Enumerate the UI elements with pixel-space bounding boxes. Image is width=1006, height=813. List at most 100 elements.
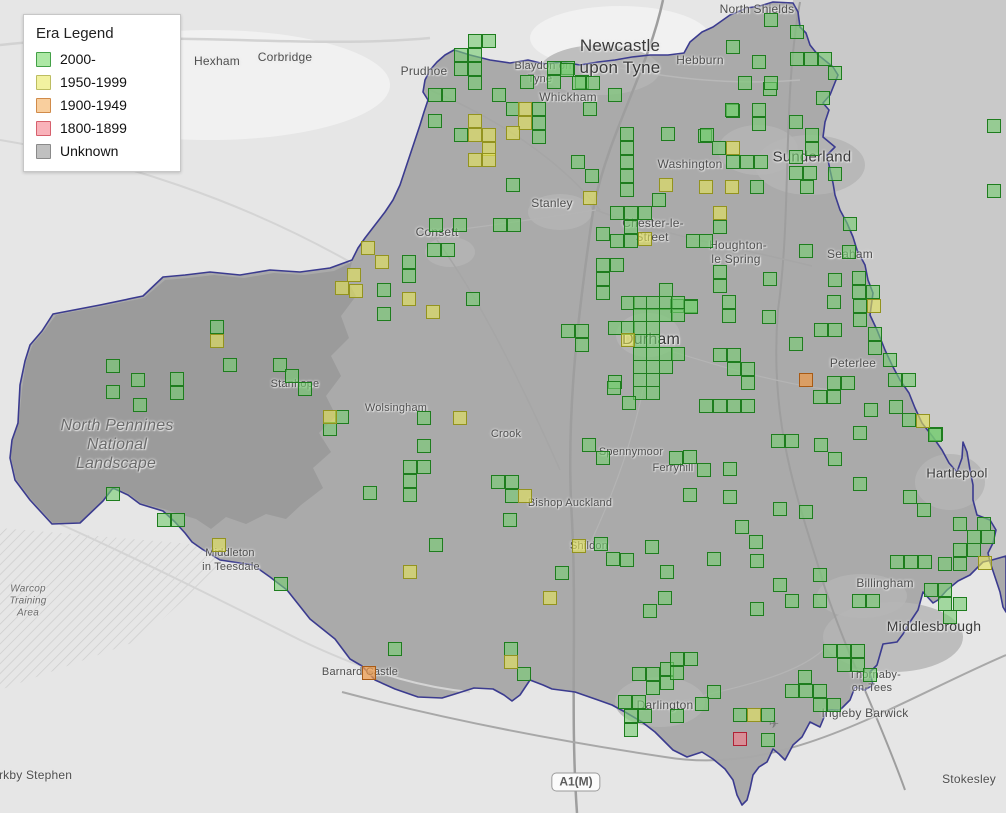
era-grid-cell-g[interactable]: [274, 577, 288, 591]
era-grid-cell-g[interactable]: [683, 488, 697, 502]
era-grid-cell-g[interactable]: [620, 155, 634, 169]
era-grid-cell-g[interactable]: [585, 169, 599, 183]
era-grid-cell-g[interactable]: [904, 555, 918, 569]
era-grid-cell-g[interactable]: [987, 119, 1001, 133]
era-grid-cell-g[interactable]: [771, 434, 785, 448]
era-grid-cell-g[interactable]: [789, 166, 803, 180]
era-grid-cell-g[interactable]: [723, 490, 737, 504]
era-grid-cell-g[interactable]: [752, 55, 766, 69]
era-grid-cell-g[interactable]: [943, 610, 957, 624]
era-grid-cell-g[interactable]: [323, 422, 337, 436]
era-grid-cell-o[interactable]: [362, 666, 376, 680]
era-grid-cell-g[interactable]: [417, 460, 431, 474]
era-grid-cell-g[interactable]: [670, 652, 684, 666]
era-grid-cell-g[interactable]: [837, 658, 851, 672]
era-grid-cell-g[interactable]: [131, 373, 145, 387]
era-grid-cell-g[interactable]: [671, 347, 685, 361]
era-grid-cell-g[interactable]: [827, 376, 841, 390]
era-grid-cell-o[interactable]: [799, 373, 813, 387]
era-grid-cell-g[interactable]: [596, 286, 610, 300]
era-grid-cell-g[interactable]: [646, 373, 660, 387]
era-grid-cell-g[interactable]: [442, 88, 456, 102]
era-grid-cell-g[interactable]: [741, 376, 755, 390]
era-grid-cell-g[interactable]: [620, 183, 634, 197]
era-grid-cell-y[interactable]: [402, 292, 416, 306]
era-grid-cell-g[interactable]: [106, 385, 120, 399]
era-grid-cell-g[interactable]: [762, 310, 776, 324]
era-grid-cell-g[interactable]: [507, 218, 521, 232]
era-grid-cell-g[interactable]: [466, 292, 480, 306]
era-grid-cell-g[interactable]: [686, 234, 700, 248]
era-grid-cell-g[interactable]: [827, 698, 841, 712]
era-grid-cell-g[interactable]: [713, 279, 727, 293]
era-grid-cell-g[interactable]: [785, 684, 799, 698]
era-grid-cell-g[interactable]: [843, 217, 857, 231]
era-grid-cell-g[interactable]: [429, 218, 443, 232]
era-grid-cell-g[interactable]: [902, 373, 916, 387]
era-grid-cell-g[interactable]: [223, 358, 237, 372]
era-grid-cell-y[interactable]: [659, 178, 673, 192]
era-grid-cell-g[interactable]: [402, 269, 416, 283]
era-grid-cell-g[interactable]: [505, 489, 519, 503]
era-grid-cell-g[interactable]: [624, 723, 638, 737]
era-grid-cell-g[interactable]: [707, 552, 721, 566]
era-grid-cell-g[interactable]: [712, 141, 726, 155]
era-grid-cell-g[interactable]: [883, 353, 897, 367]
era-grid-cell-g[interactable]: [799, 505, 813, 519]
era-grid-cell-g[interactable]: [967, 530, 981, 544]
era-grid-cell-y[interactable]: [347, 268, 361, 282]
era-grid-cell-r[interactable]: [733, 732, 747, 746]
era-grid-cell-g[interactable]: [454, 48, 468, 62]
era-grid-cell-y[interactable]: [621, 333, 635, 347]
era-grid-cell-g[interactable]: [827, 295, 841, 309]
era-grid-cell-g[interactable]: [582, 438, 596, 452]
era-grid-cell-g[interactable]: [890, 555, 904, 569]
era-grid-cell-g[interactable]: [803, 166, 817, 180]
era-grid-cell-g[interactable]: [953, 543, 967, 557]
era-grid-cell-g[interactable]: [798, 670, 812, 684]
era-grid-cell-y[interactable]: [468, 153, 482, 167]
era-grid-cell-g[interactable]: [813, 390, 827, 404]
era-grid-cell-g[interactable]: [733, 708, 747, 722]
era-grid-cell-g[interactable]: [594, 537, 608, 551]
era-grid-cell-y[interactable]: [747, 708, 761, 722]
era-grid-cell-g[interactable]: [866, 594, 880, 608]
era-grid-cell-g[interactable]: [750, 180, 764, 194]
era-grid-cell-g[interactable]: [620, 169, 634, 183]
era-grid-cell-g[interactable]: [493, 218, 507, 232]
era-grid-cell-g[interactable]: [622, 396, 636, 410]
era-grid-cell-g[interactable]: [335, 410, 349, 424]
era-grid-cell-g[interactable]: [643, 604, 657, 618]
era-grid-cell-g[interactable]: [106, 487, 120, 501]
era-grid-cell-g[interactable]: [828, 66, 842, 80]
era-grid-cell-g[interactable]: [818, 52, 832, 66]
era-grid-cell-g[interactable]: [683, 450, 697, 464]
era-grid-cell-g[interactable]: [725, 103, 739, 117]
era-grid-cell-g[interactable]: [596, 227, 610, 241]
era-grid-cell-g[interactable]: [864, 403, 878, 417]
era-grid-cell-g[interactable]: [646, 386, 660, 400]
era-grid-cell-g[interactable]: [633, 360, 647, 374]
era-grid-cell-g[interactable]: [377, 283, 391, 297]
era-grid-cell-g[interactable]: [773, 578, 787, 592]
era-grid-cell-g[interactable]: [638, 709, 652, 723]
era-grid-cell-g[interactable]: [823, 644, 837, 658]
era-grid-cell-g[interactable]: [816, 91, 830, 105]
era-grid-cell-g[interactable]: [827, 390, 841, 404]
era-grid-cell-g[interactable]: [828, 273, 842, 287]
era-grid-cell-g[interactable]: [726, 40, 740, 54]
era-grid-cell-y[interactable]: [713, 206, 727, 220]
era-grid-cell-g[interactable]: [403, 488, 417, 502]
era-grid-cell-g[interactable]: [713, 399, 727, 413]
era-grid-cell-g[interactable]: [633, 308, 647, 322]
era-grid-cell-g[interactable]: [660, 565, 674, 579]
era-grid-cell-g[interactable]: [646, 321, 660, 335]
era-grid-cell-g[interactable]: [633, 347, 647, 361]
era-grid-cell-y[interactable]: [518, 489, 532, 503]
era-grid-cell-y[interactable]: [867, 299, 881, 313]
era-grid-cell-g[interactable]: [504, 642, 518, 656]
era-grid-cell-g[interactable]: [918, 555, 932, 569]
era-grid-cell-g[interactable]: [402, 255, 416, 269]
era-grid-cell-g[interactable]: [752, 103, 766, 117]
era-grid-cell-g[interactable]: [841, 376, 855, 390]
